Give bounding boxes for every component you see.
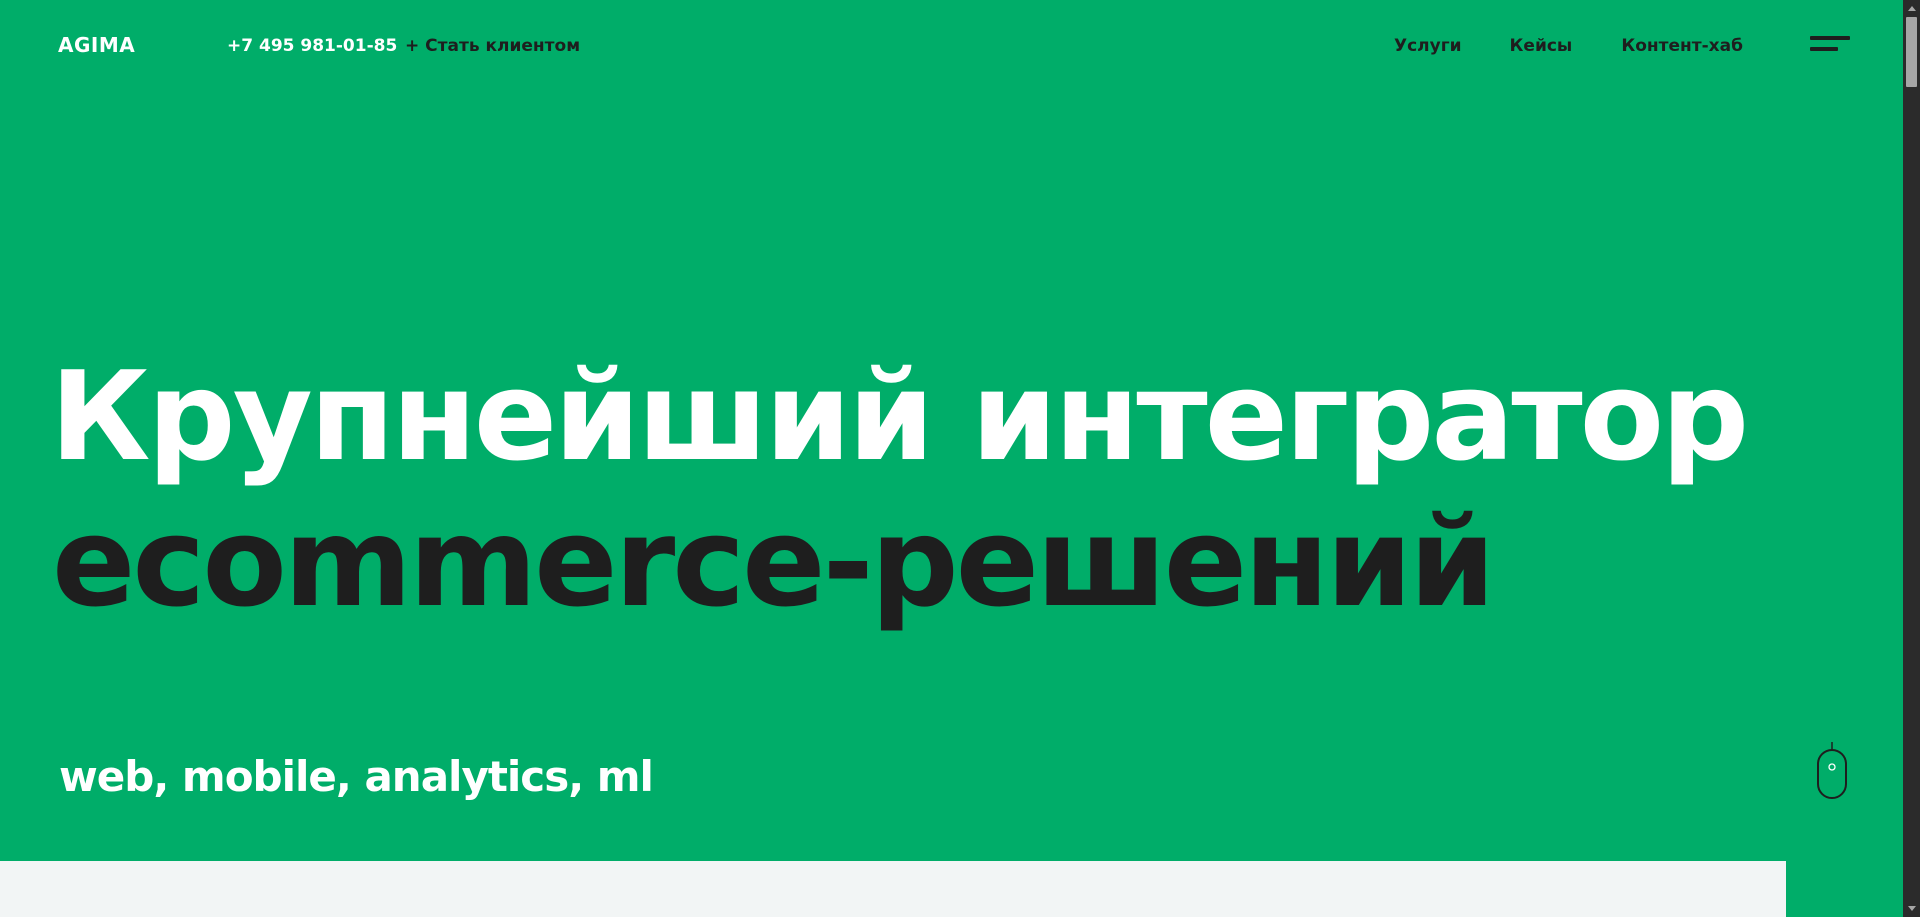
page-scrollbar[interactable] — [1903, 0, 1920, 917]
become-client-link[interactable]: + Стать клиентом — [405, 35, 580, 57]
site-header: AGIMA +7 495 981-01-85 + Стать клиентом … — [0, 0, 1900, 92]
nav-item-cases[interactable]: Кейсы — [1510, 35, 1573, 57]
hero-title-line2: ecommerce-решений — [52, 492, 1495, 635]
scroll-down-arrow-icon[interactable] — [1903, 900, 1920, 917]
scroll-up-arrow-icon[interactable] — [1903, 0, 1920, 17]
nav-item-services[interactable]: Услуги — [1394, 35, 1462, 57]
menu-bar-bottom — [1810, 47, 1838, 51]
next-section-panel — [0, 861, 1786, 917]
scroll-down-triangle — [1907, 906, 1916, 911]
mouse-scroll-icon[interactable] — [1816, 742, 1848, 800]
scrollbar-thumb[interactable] — [1906, 17, 1917, 87]
page: AGIMA +7 495 981-01-85 + Стать клиентом … — [0, 0, 1920, 917]
menu-bar-top — [1810, 36, 1850, 40]
nav-item-content-hub[interactable]: Контент-хаб — [1621, 35, 1743, 57]
mouse-scroll-icon-svg — [1817, 742, 1847, 799]
main-nav: Услуги Кейсы Контент-хаб — [1394, 35, 1743, 57]
hamburger-menu-icon[interactable] — [1810, 34, 1850, 56]
hero-subtitle: web, mobile, analytics, ml — [59, 752, 654, 801]
phone-link[interactable]: +7 495 981-01-85 — [227, 35, 397, 57]
hero-title-line1: Крупнейший интегратор — [50, 346, 1749, 489]
agima-logo[interactable]: AGIMA — [58, 33, 135, 57]
scroll-up-triangle — [1907, 6, 1916, 11]
